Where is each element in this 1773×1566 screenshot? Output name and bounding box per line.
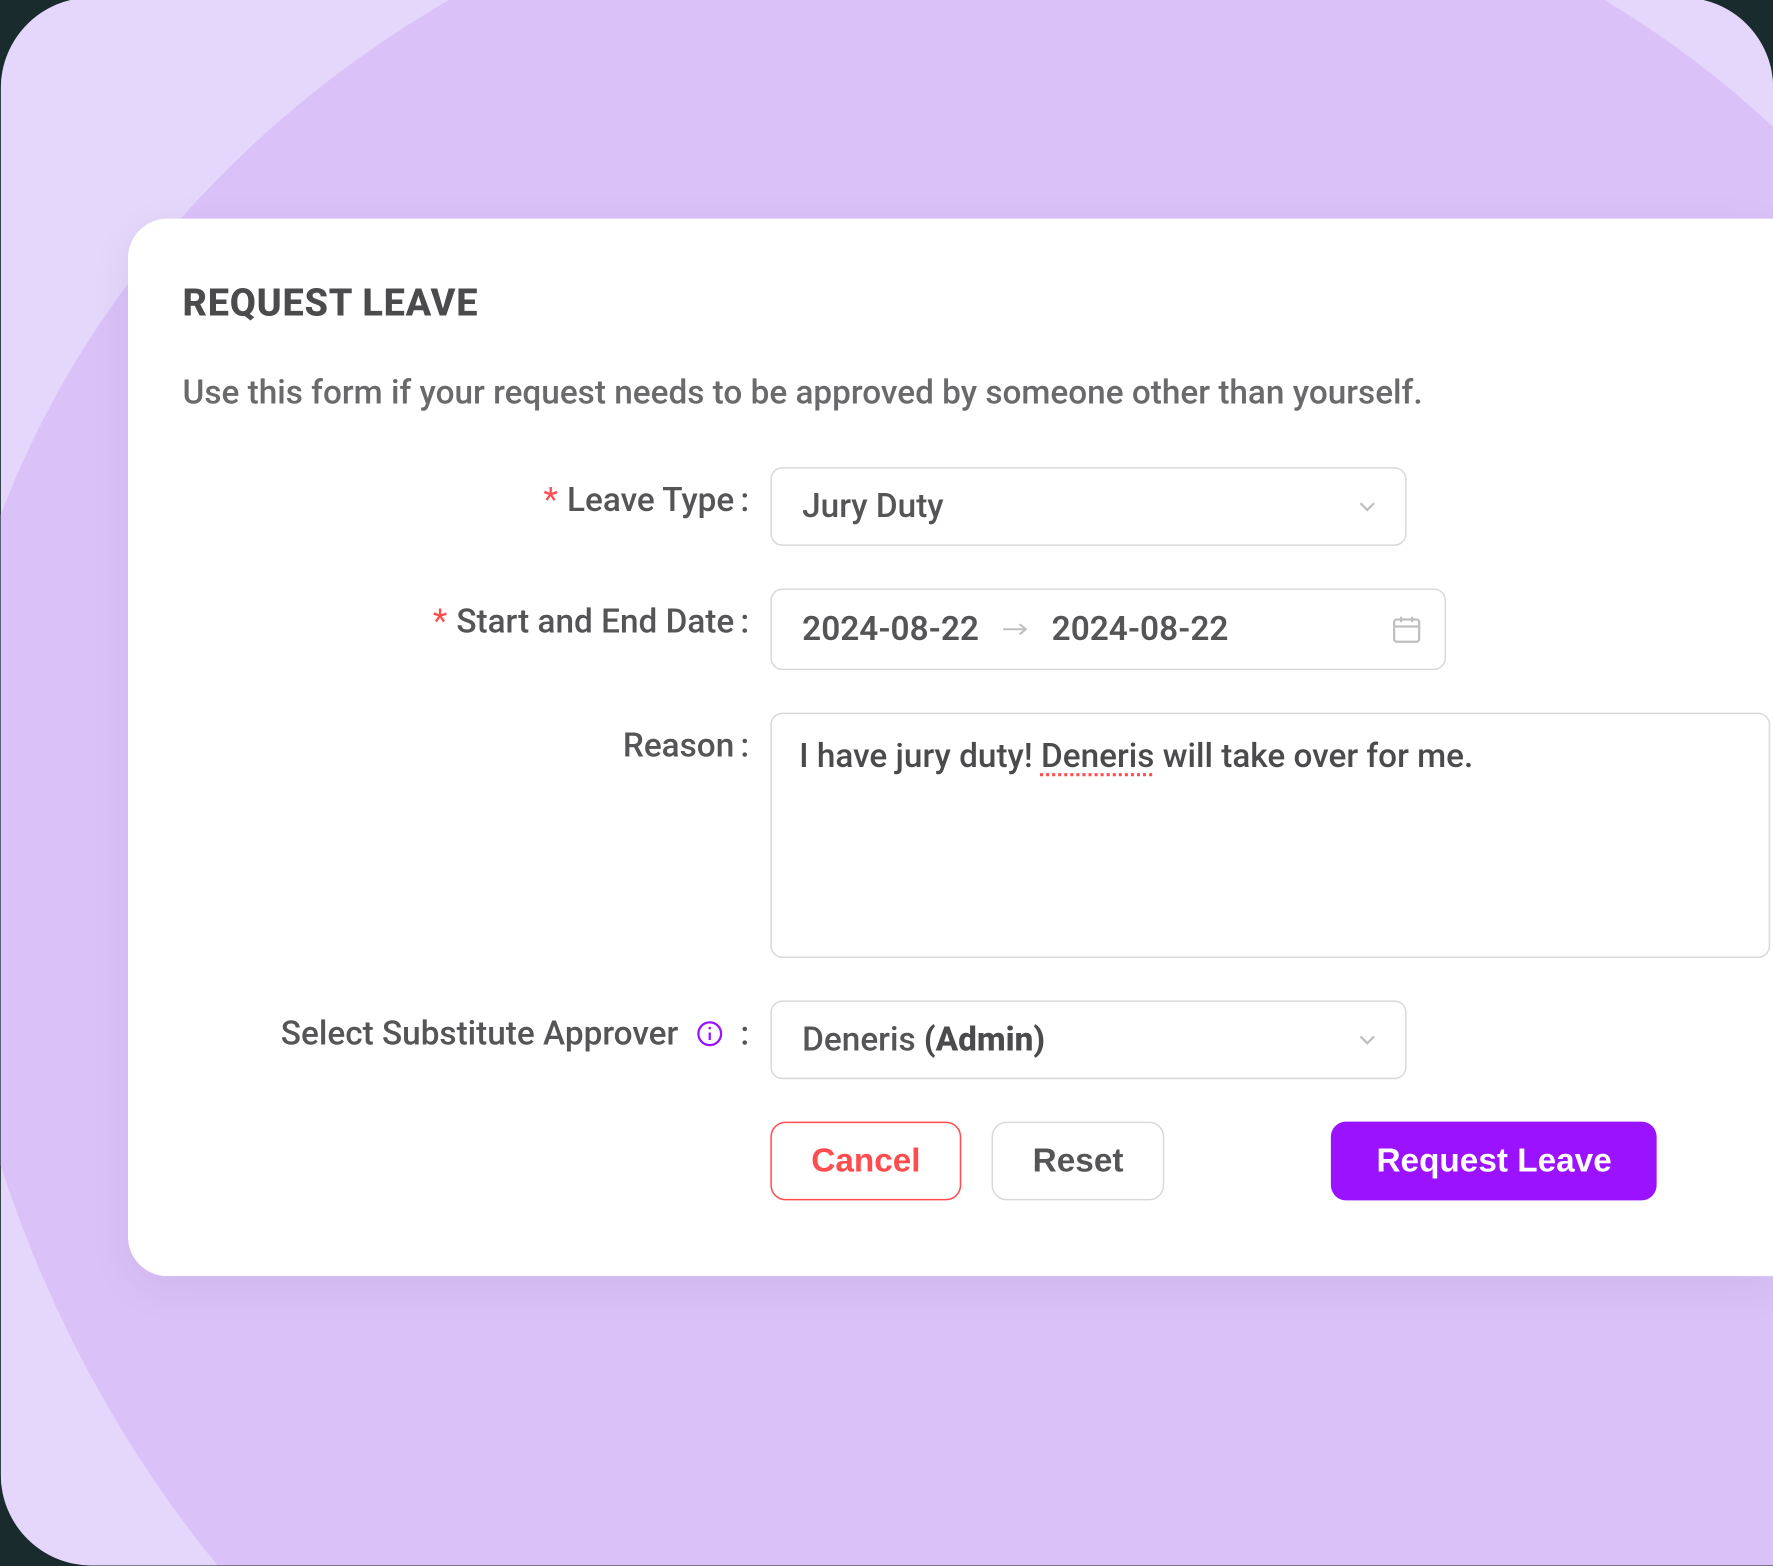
label-date-range: *Start and End Date: (182, 588, 770, 641)
row-leave-type: *Leave Type: Jury Duty (182, 467, 1773, 546)
leave-type-value: Jury Duty (802, 488, 943, 526)
reset-button[interactable]: Reset (991, 1122, 1164, 1201)
request-leave-card: REQUEST LEAVE Use this form if your requ… (127, 219, 1772, 1276)
stage: REQUEST LEAVE Use this form if your requ… (0, 0, 1773, 1566)
substitute-select[interactable]: Deneris (Admin) (770, 1000, 1406, 1079)
chevron-down-icon (1353, 1026, 1380, 1053)
leave-type-select[interactable]: Jury Duty (770, 467, 1406, 546)
end-date-value: 2024-08-22 (1051, 610, 1228, 648)
reason-text-post: will take over for me. (1154, 738, 1473, 776)
required-marker: * (543, 482, 557, 520)
viewport: REQUEST LEAVE Use this form if your requ… (0, 0, 1773, 1563)
reason-text-pre: I have jury duty! (799, 738, 1041, 776)
card-title: REQUEST LEAVE (182, 282, 1773, 326)
substitute-value: Deneris (Admin) (802, 1021, 1045, 1059)
required-marker: * (432, 603, 446, 641)
card-subtitle: Use this form if your request needs to b… (182, 375, 1773, 413)
arrow-right-icon (1000, 619, 1030, 640)
row-substitute: Select Substitute Approver : Deneris (Ad… (182, 1000, 1773, 1079)
row-reason: Reason: I have jury duty! Deneris will t… (182, 713, 1773, 958)
label-substitute: Select Substitute Approver : (182, 1000, 770, 1053)
info-icon[interactable] (692, 1017, 725, 1050)
calendar-icon (1389, 613, 1422, 646)
chevron-down-icon (1353, 493, 1380, 520)
date-range-picker[interactable]: 2024-08-22 2024-08-22 (770, 588, 1446, 670)
request-leave-button[interactable]: Request Leave (1331, 1122, 1657, 1201)
label-reason: Reason: (182, 713, 770, 766)
reason-textarea[interactable]: I have jury duty! Deneris will take over… (770, 713, 1770, 958)
start-date-value: 2024-08-22 (802, 610, 979, 648)
button-row: Cancel Reset Request Leave (770, 1122, 1773, 1201)
cancel-button[interactable]: Cancel (770, 1122, 961, 1201)
row-date-range: *Start and End Date: 2024-08-22 2024-08-… (182, 588, 1773, 670)
reason-text-spellcheck: Deneris (1040, 738, 1153, 776)
label-leave-type: *Leave Type: (182, 467, 770, 520)
